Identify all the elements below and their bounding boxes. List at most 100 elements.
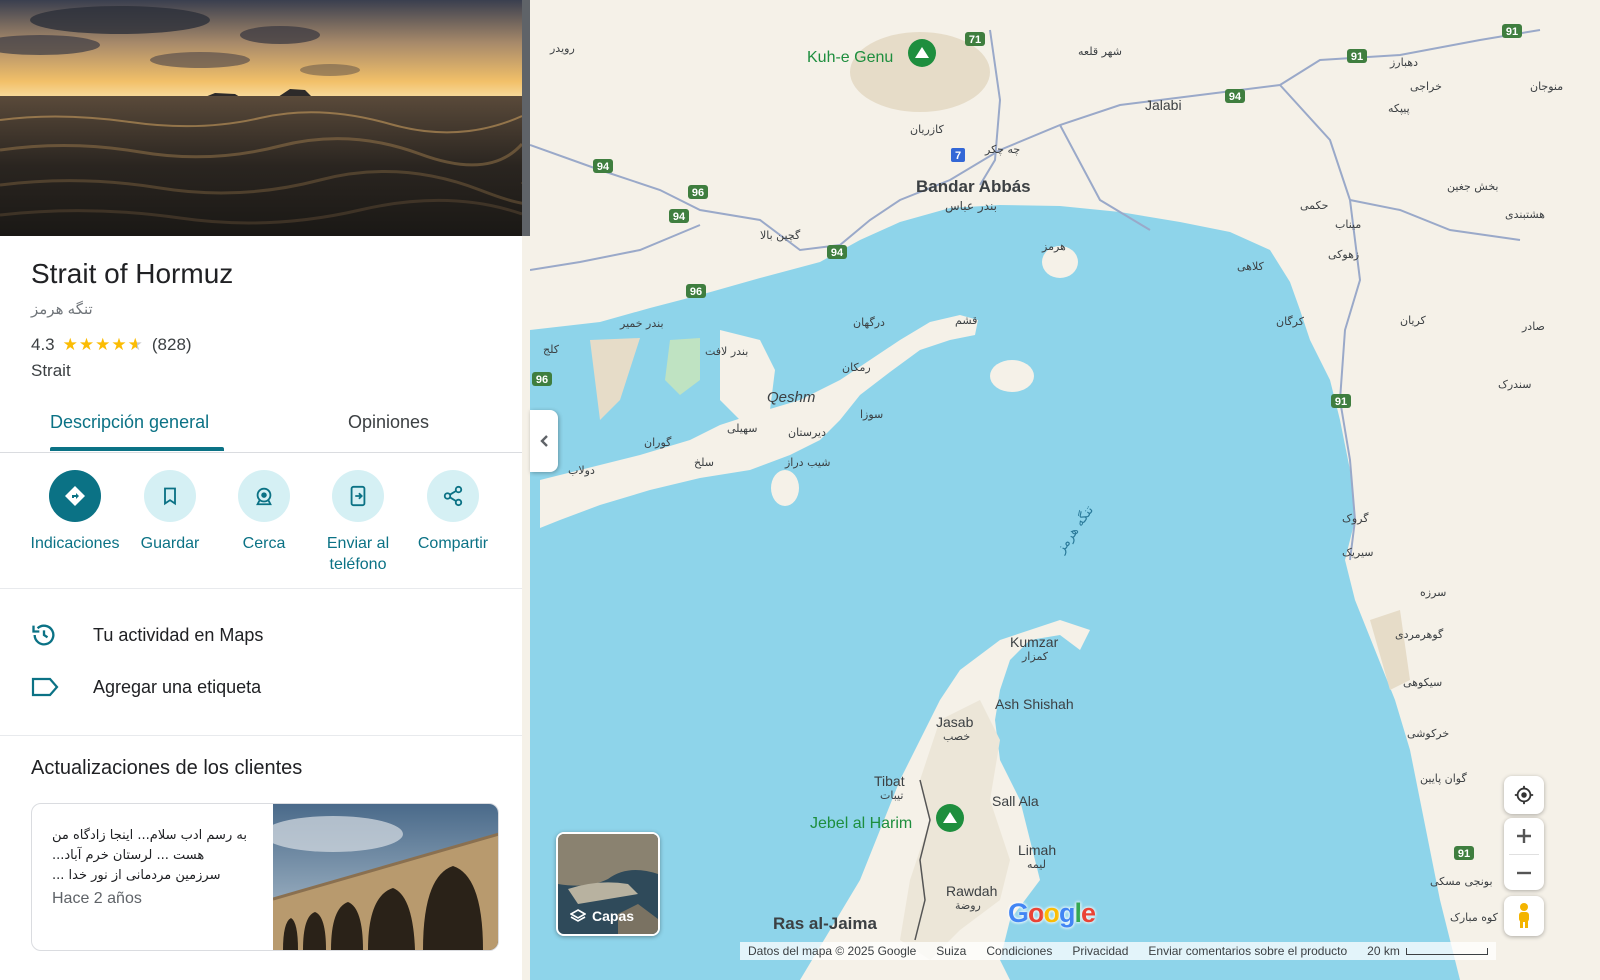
place-photo[interactable] — [0, 0, 522, 236]
send-to-phone-label: Enviar al teléfono — [326, 535, 390, 573]
rawdah-label[interactable]: Rawdah — [946, 883, 997, 899]
bandar-abbas-label[interactable]: Bandar Abbás — [916, 177, 1031, 196]
tab-overview[interactable]: Descripción general — [50, 412, 209, 433]
directions-button[interactable]: Indicaciones — [27, 470, 123, 554]
place-label: سهیلی — [727, 422, 757, 435]
rawdah-ar-label: روضة — [955, 899, 981, 912]
place-label: قشم — [955, 314, 977, 327]
place-label: گوهرمردی — [1395, 628, 1444, 641]
jasab-ar-label: خصب — [943, 730, 970, 743]
jasab-label[interactable]: Jasab — [936, 714, 974, 730]
label-icon — [30, 672, 62, 702]
place-label: پیپکه — [1388, 102, 1410, 115]
route-shield-label: 71 — [969, 34, 981, 46]
side-panel: Strait of Hormuz تنگه هرمز 4.3 ★★★★★ (82… — [0, 0, 522, 980]
place-label: گوران — [644, 436, 672, 449]
route-shield-label: 94 — [1229, 91, 1242, 103]
logo-letter: g — [1059, 898, 1075, 928]
maps-activity-link[interactable]: Tu actividad en Maps — [30, 620, 263, 650]
place-label: کوه مبارک — [1450, 911, 1499, 924]
zoom-controls — [1504, 818, 1544, 890]
route-shield-label: 7 — [955, 150, 961, 162]
place-label: سرزه — [1420, 586, 1446, 599]
place-category[interactable]: Strait — [31, 361, 71, 381]
plus-icon — [1517, 829, 1531, 843]
feedback-link[interactable]: Enviar comentarios sobre el producto — [1148, 944, 1347, 958]
layers-icon — [570, 909, 586, 922]
place-label: سلخ — [694, 456, 714, 469]
ras-al-jaima-label[interactable]: Ras al-Jaima — [773, 914, 877, 933]
share-button[interactable]: Compartir — [405, 470, 501, 554]
route-shield-label: 91 — [1351, 51, 1363, 63]
panel-scrollbar[interactable] — [522, 0, 530, 236]
zoom-in-button[interactable] — [1516, 818, 1532, 854]
chevron-left-icon — [540, 435, 548, 447]
maps-activity-text: Tu actividad en Maps — [93, 624, 264, 645]
scale-line — [1405, 947, 1488, 955]
collapse-panel-button[interactable] — [530, 410, 558, 472]
place-label: سندرک — [1498, 378, 1531, 391]
larak-island — [990, 360, 1034, 392]
terms-link[interactable]: Condiciones — [986, 944, 1052, 958]
zoom-out-button[interactable] — [1516, 855, 1532, 890]
place-label: چه چکر — [984, 143, 1020, 156]
share-icon — [443, 485, 463, 507]
kumzar-label[interactable]: Kumzar — [1010, 634, 1059, 650]
reviews-count[interactable]: (828) — [152, 335, 192, 355]
ash-shishah-label[interactable]: Ash Shishah — [995, 696, 1074, 712]
my-location-icon — [1514, 785, 1534, 805]
send-circle — [332, 470, 384, 522]
tab-reviews[interactable]: Opiniones — [348, 412, 429, 433]
quick-links: Tu actividad en Maps Agregar una etiquet… — [0, 603, 522, 736]
send-to-phone-button[interactable]: Enviar al teléfono — [310, 470, 406, 575]
pegman-icon — [1519, 903, 1529, 928]
kuh-e-genu-marker[interactable] — [908, 39, 936, 67]
country-link[interactable]: Suiza — [936, 944, 966, 958]
place-label: رویدر — [549, 42, 575, 55]
share-label: Compartir — [417, 535, 489, 552]
map-canvas[interactable]: 71 94 96 94 94 96 96 94 7 91 91 91 91 Ku… — [530, 0, 1600, 980]
jalabi-label[interactable]: Jalabi — [1145, 97, 1182, 113]
place-label: شیب دراز — [784, 456, 830, 469]
directions-circle — [49, 470, 101, 522]
jebel-al-harim-marker[interactable] — [936, 804, 964, 832]
street-view-pegman[interactable] — [1504, 896, 1544, 936]
rating-stars[interactable]: ★★★★★ — [63, 335, 144, 355]
kuh-e-genu-label[interactable]: Kuh-e Genu — [807, 49, 893, 66]
place-label: کازریان — [910, 123, 944, 136]
update-text: به رسم ادب سلام... اینجا زادگاه من هست .… — [52, 828, 247, 883]
tab-bar: Descripción general Opiniones — [0, 400, 522, 453]
add-label-link[interactable]: Agregar una etiqueta — [30, 672, 261, 702]
place-label: هشتبندی — [1505, 208, 1545, 221]
map-data-credit[interactable]: Datos del mapa © 2025 Google — [748, 944, 916, 958]
place-label: سیریک — [1342, 546, 1374, 559]
scale-bar[interactable]: 20 km — [1367, 944, 1488, 958]
layers-label-row: Capas — [570, 908, 634, 924]
place-title: Strait of Hormuz — [31, 258, 234, 289]
tibat-label[interactable]: Tibat — [874, 773, 905, 789]
rating-row: 4.3 ★★★★★ (828) — [31, 335, 192, 355]
limah-label[interactable]: Limah — [1018, 842, 1056, 858]
nearby-icon — [256, 487, 272, 506]
place-label: سیکوهی — [1403, 676, 1442, 689]
place-label: کلج — [543, 343, 560, 356]
my-location-button[interactable] — [1504, 776, 1544, 814]
save-button[interactable]: Guardar — [122, 470, 218, 554]
layers-text: Capas — [592, 908, 635, 924]
place-label: گوان پایین — [1420, 772, 1467, 785]
place-label: دیرستان — [788, 426, 826, 439]
privacy-link[interactable]: Privacidad — [1072, 944, 1128, 958]
customer-update-card[interactable]: به رسم ادب سلام... اینجا زادگاه من هست .… — [31, 803, 499, 951]
sall-ala-label[interactable]: Sall Ala — [992, 793, 1039, 809]
qeshm-label[interactable]: Qeshm — [767, 389, 815, 406]
customer-updates-title: Actualizaciones de los clientes — [31, 757, 303, 779]
place-label: کرگان — [1276, 315, 1305, 328]
jebel-al-harim-label[interactable]: Jebel al Harim — [810, 815, 912, 832]
place-label: کریان — [1400, 314, 1427, 327]
active-tab-indicator — [50, 447, 224, 451]
update-time: Hace 2 años — [52, 890, 142, 907]
nearby-button[interactable]: Cerca — [216, 470, 312, 554]
kumzar-ar-label: كمزار — [1021, 650, 1049, 663]
route-shield-label: 91 — [1458, 848, 1470, 860]
layers-button[interactable]: Capas — [556, 832, 660, 936]
